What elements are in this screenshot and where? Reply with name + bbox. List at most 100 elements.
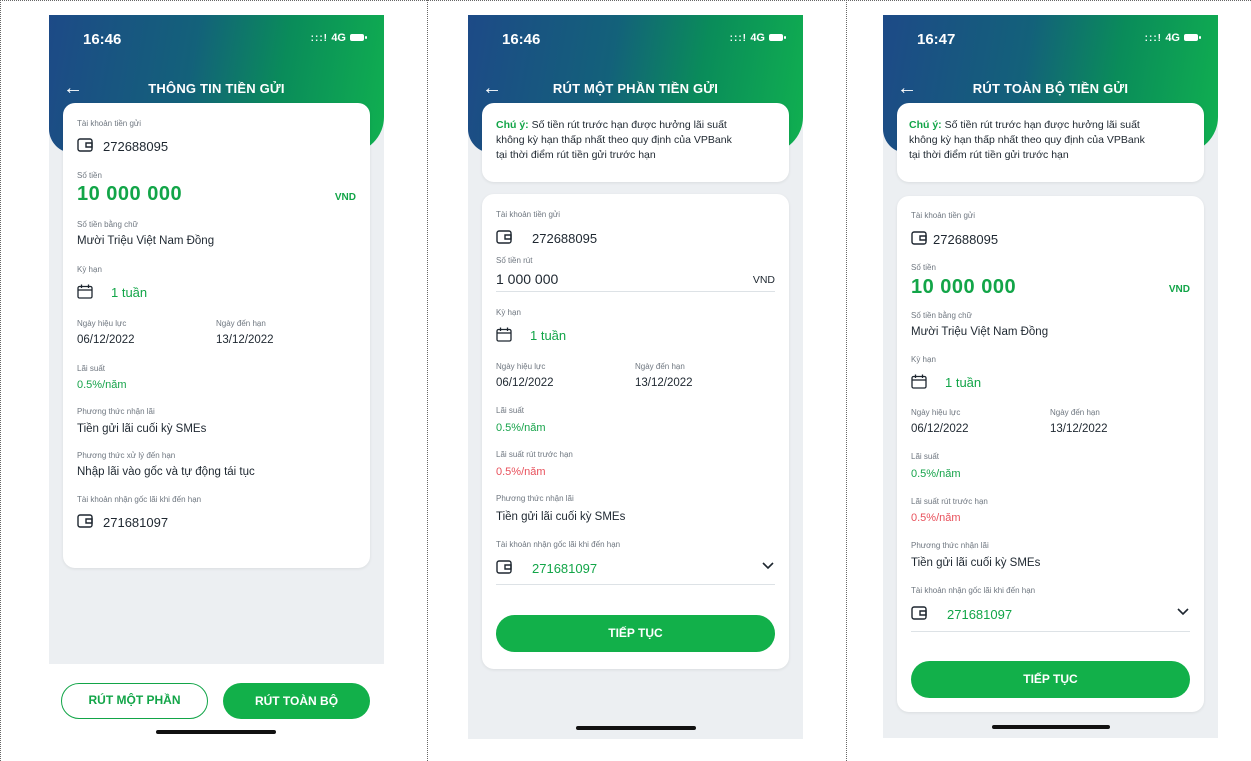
page-title: THÔNG TIN TIỀN GỬI (148, 81, 285, 96)
screen-deposit-info: 16:46 :::! 4G ← THÔNG TIN TIỀN GỬI Tài k… (49, 15, 384, 760)
account-number: 272688095 (933, 232, 999, 247)
chevron-down-icon[interactable] (761, 558, 775, 575)
amount-words-label: Số tiền bằng chữ (911, 311, 972, 320)
account-number: 272688095 (103, 139, 169, 154)
notice-text: Số tiền rút trước hạn được hưởng lãi suấ… (528, 119, 727, 131)
rate-label: Lãi suất (911, 452, 940, 461)
calendar-icon (911, 374, 927, 389)
term-value: 1 tuần (111, 285, 148, 300)
page-title: RÚT MỘT PHẦN TIỀN GỬI (552, 81, 719, 96)
term-label: Kỳ hạn (496, 308, 521, 317)
receive-account-label: Tài khoản nhận gốc lãi khi đến hạn (496, 540, 621, 549)
receive-account-number: 271681097 (103, 515, 169, 530)
interest-method-label: Phương thức nhận lãi (496, 494, 574, 503)
withdraw-amount-input[interactable]: 1 000 000 (496, 271, 558, 287)
term-label: Kỳ hạn (911, 355, 936, 364)
screen-withdraw-full: 16:47 :::! 4G ← RÚT TOÀN BỘ TIỀN GỬI Chú… (883, 15, 1218, 738)
effective-date: 06/12/2022 (496, 377, 554, 389)
signal-icon: :::! (310, 33, 328, 44)
account-number: 272688095 (532, 231, 598, 246)
continue-button[interactable]: TIẾP TỤC (496, 615, 775, 652)
withdraw-form-card: Tài khoản tiền gửi 272688095 Số tiền 10 … (897, 196, 1204, 712)
notice-line-3: tại thời điểm rút tiền gửi trước hạn (909, 149, 1069, 161)
battery-icon (769, 34, 786, 41)
maturity-date: 13/12/2022 (1050, 423, 1108, 435)
screen-withdraw-partial: 16:46 :::! 4G ← RÚT MỘT PHẦN TIỀN GỬI Ch… (468, 15, 803, 739)
continue-button[interactable]: TIẾP TỤC (911, 661, 1190, 698)
home-indicator (156, 730, 276, 734)
rate-label: Lãi suất (77, 364, 106, 373)
chevron-down-icon[interactable] (1176, 604, 1190, 621)
network-label: 4G (750, 32, 765, 44)
wallet-icon (77, 138, 93, 152)
maturity-date-label: Ngày đến hạn (1050, 408, 1100, 417)
rate-label: Lãi suất (496, 406, 525, 415)
status-time: 16:46 (502, 31, 541, 48)
input-underline (496, 291, 775, 292)
effective-date-label: Ngày hiệu lực (496, 362, 546, 371)
status-bar: 16:46 :::! 4G (468, 15, 803, 59)
notice-prefix: Chú ý: (496, 119, 529, 131)
select-underline (496, 584, 775, 585)
notice-card: Chú ý: Số tiền rút trước hạn được hưởng … (482, 103, 789, 182)
maturity-method-label: Phương thức xử lý đến hạn (77, 451, 176, 460)
amount-value: 10 000 000 (911, 276, 1017, 298)
rate-value: 0.5%/năm (496, 422, 546, 434)
receive-account-select[interactable]: 271681097 (532, 561, 597, 576)
effective-date-label: Ngày hiệu lực (77, 319, 127, 328)
early-rate-value: 0.5%/năm (911, 512, 961, 524)
effective-date: 06/12/2022 (77, 334, 135, 346)
calendar-icon (496, 327, 512, 342)
early-rate-label: Lãi suất rút trước hạn (911, 497, 988, 506)
notice-prefix: Chú ý: (909, 119, 942, 131)
receive-account-select[interactable]: 271681097 (947, 607, 1012, 622)
withdraw-partial-button[interactable]: RÚT MỘT PHẦN (61, 683, 208, 719)
status-time: 16:47 (917, 31, 956, 48)
currency-label: VND (334, 192, 356, 203)
currency-label: VND (1168, 284, 1190, 295)
amount-value: 10 000 000 (77, 183, 183, 205)
amount-words: Mười Triệu Việt Nam Đồng (77, 235, 215, 247)
amount-words: Mười Triệu Việt Nam Đồng (911, 326, 1049, 338)
amount-label: Số tiền (911, 263, 936, 272)
account-label: Tài khoản tiền gửi (496, 210, 561, 219)
rate-value: 0.5%/năm (77, 379, 127, 391)
maturity-date-label: Ngày đến hạn (216, 319, 266, 328)
notice-line-2: không kỳ hạn thấp nhất theo quy định của… (496, 134, 732, 146)
wallet-icon (911, 231, 927, 245)
early-rate-label: Lãi suất rút trước hạn (496, 450, 573, 459)
select-underline (911, 631, 1190, 632)
home-indicator (576, 726, 696, 730)
signal-icon: :::! (729, 33, 747, 44)
amount-words-label: Số tiền bằng chữ (77, 220, 138, 229)
term-value: 1 tuần (945, 375, 982, 390)
signal-icon: :::! (1144, 33, 1162, 44)
maturity-date: 13/12/2022 (635, 377, 693, 389)
wallet-icon (496, 230, 512, 244)
effective-date: 06/12/2022 (911, 423, 969, 435)
wallet-icon (496, 560, 512, 574)
effective-date-label: Ngày hiệu lực (911, 408, 961, 417)
withdraw-full-button[interactable]: RÚT TOÀN BỘ (223, 683, 370, 719)
bottom-action-bar: RÚT MỘT PHẦN RÚT TOÀN BỘ (49, 664, 384, 760)
maturity-date: 13/12/2022 (216, 334, 274, 346)
network-label: 4G (1165, 32, 1180, 44)
account-label: Tài khoản tiền gửi (77, 119, 142, 128)
rate-value: 0.5%/năm (911, 468, 961, 480)
nav-bar: ← RÚT MỘT PHẦN TIỀN GỬI (468, 75, 803, 105)
maturity-method: Nhập lãi vào gốc và tự động tái tục (77, 466, 255, 478)
battery-icon (350, 34, 367, 41)
home-indicator (992, 725, 1110, 729)
status-time: 16:46 (83, 31, 122, 48)
nav-bar: ← THÔNG TIN TIỀN GỬI (49, 75, 384, 105)
nav-bar: ← RÚT TOÀN BỘ TIỀN GỬI (883, 75, 1218, 105)
interest-method-label: Phương thức nhận lãi (77, 407, 155, 416)
status-bar: 16:46 :::! 4G (49, 15, 384, 59)
interest-method-label: Phương thức nhận lãi (911, 541, 989, 550)
deposit-info-card: Tài khoản tiền gửi 272688095 Số tiền 10 … (63, 103, 370, 568)
page-title: RÚT TOÀN BỘ TIỀN GỬI (972, 81, 1129, 96)
battery-icon (1184, 34, 1201, 41)
interest-method: Tiền gửi lãi cuối kỳ SMEs (911, 557, 1041, 569)
notice-line-3: tại thời điểm rút tiền gửi trước hạn (496, 149, 656, 161)
column-divider (427, 0, 428, 761)
